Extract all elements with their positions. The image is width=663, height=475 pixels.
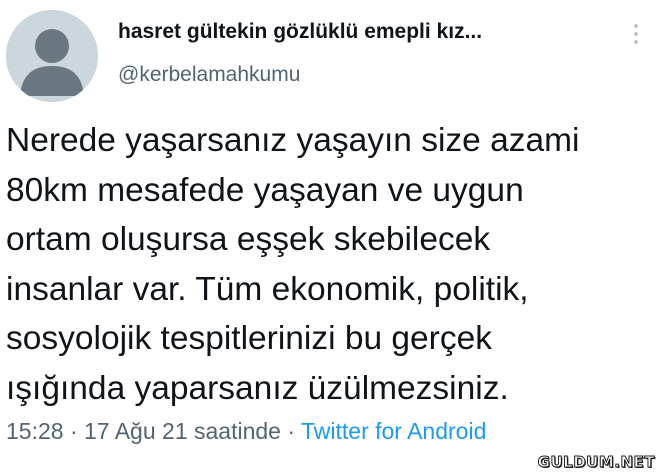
tweet-text-line: sosyolojik tespitlerinizi bu gerçek <box>6 320 492 357</box>
tweet-meta: 15:28 · 17 Ağu 21 saatinde · Twitter for… <box>6 418 486 445</box>
tweet-text: Nerede yaşarsanız yaşayın size azami 80k… <box>6 116 656 413</box>
more-dot <box>634 40 638 44</box>
meta-separator: · <box>280 418 301 444</box>
tweet-source-link[interactable]: Twitter for Android <box>301 418 486 444</box>
more-vertical-icon[interactable] <box>630 24 642 54</box>
more-dot <box>634 24 638 28</box>
tweet-text-line: 80km mesafede yaşayan ve uygun <box>6 171 524 209</box>
tweet-card: hasret gültekin gözlüklü emepli kız... @… <box>0 0 663 475</box>
author-handle[interactable]: @kerbelamahkumu <box>118 63 300 87</box>
more-dot <box>634 32 638 36</box>
default-avatar-icon <box>6 10 98 102</box>
meta-separator: · <box>63 418 85 444</box>
tweet-text-line: insanlar var. Tüm ekonomik, politik, <box>6 270 529 308</box>
watermark-logo: GULDUM.NET <box>537 453 655 472</box>
author-display-name[interactable]: hasret gültekin gözlüklü emepli kız... <box>118 20 482 44</box>
avatar[interactable] <box>6 10 98 102</box>
tweet-text-line: ışığında yaparsanız üzülmezsiniz. <box>6 369 509 407</box>
tweet-date[interactable]: 17 Ağu 21 saatinde <box>84 418 281 444</box>
tweet-text-line: ortam oluşursa eşşek skebilecek <box>6 221 491 258</box>
tweet-text-line: Nerede yaşarsanız yaşayın size azami <box>6 122 580 159</box>
tweet-time[interactable]: 15:28 <box>6 418 64 444</box>
